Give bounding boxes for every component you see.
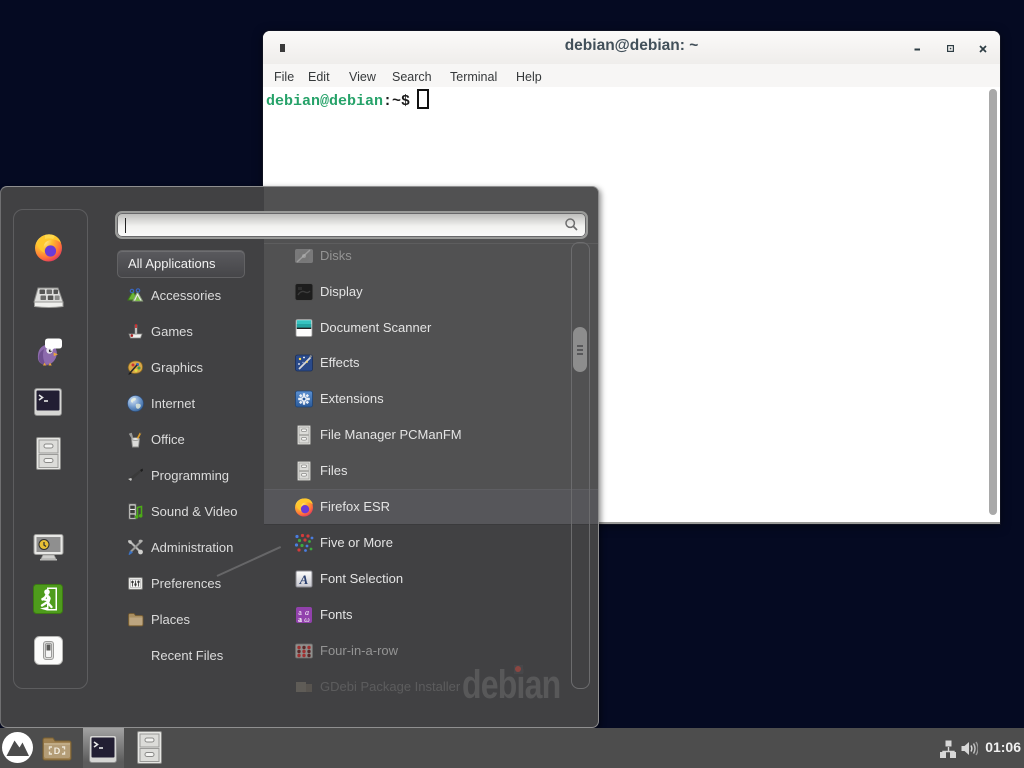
svg-text:ω: ω [304,615,310,624]
svg-text:a: a [298,615,302,624]
svg-text:A: A [299,572,309,587]
svg-text:D: D [54,746,61,756]
